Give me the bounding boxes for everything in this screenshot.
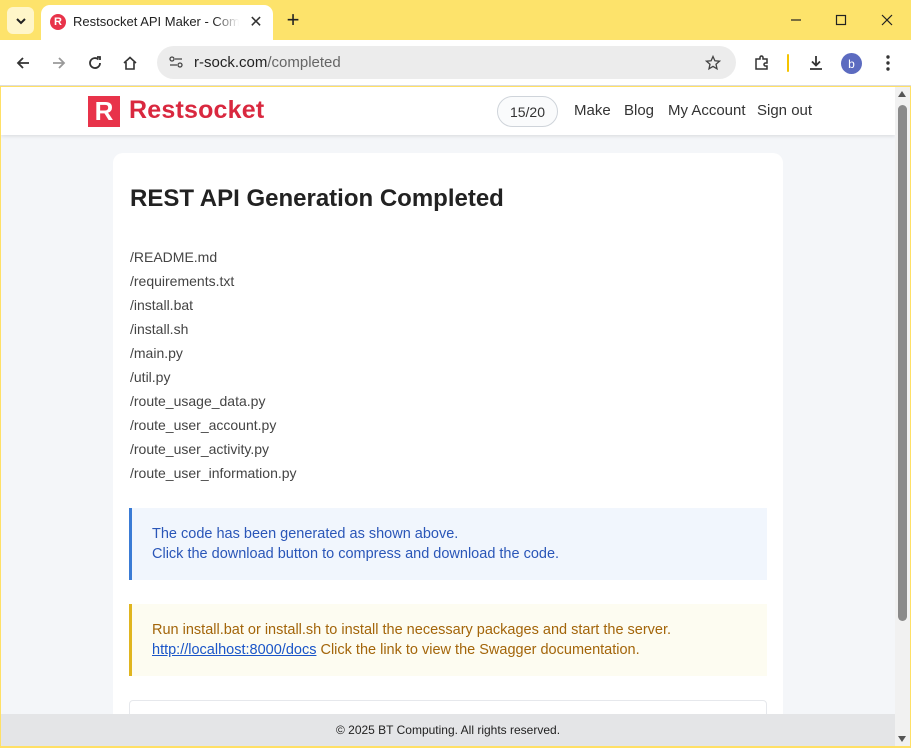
scroll-up-arrow-icon[interactable] [898, 91, 906, 97]
info-alert: The code has been generated as shown abo… [129, 508, 767, 580]
back-button[interactable] [11, 51, 35, 75]
file-list-item: /util.py [130, 369, 171, 385]
scroll-thumb[interactable] [898, 105, 907, 621]
favicon-icon: R [50, 14, 66, 30]
file-list-item: /route_user_activity.py [130, 441, 270, 457]
nav-my-account-link[interactable]: My Account [668, 102, 746, 119]
downloads-icon[interactable] [804, 51, 828, 75]
minimize-button[interactable] [784, 8, 808, 32]
browser-tab[interactable]: R Restsocket API Maker - Completed ✕ [41, 5, 273, 40]
file-list-item: /install.bat [130, 297, 194, 313]
new-tab-button[interactable]: + [282, 7, 304, 32]
tab-search-button[interactable] [7, 7, 34, 34]
url-text: r-sock.com/completed [194, 54, 341, 71]
home-button[interactable] [118, 51, 142, 75]
file-list-item: /README.md [130, 249, 218, 265]
page-title: REST API Generation Completed [130, 185, 504, 212]
home-icon [123, 56, 137, 70]
close-icon [881, 14, 893, 26]
nav-blog-link[interactable]: Blog [624, 102, 654, 119]
logo-text[interactable]: Restsocket [129, 96, 264, 125]
nav-make-link[interactable]: Make [574, 102, 611, 119]
generated-file-list: /README.md /requirements.txt /install.ba… [130, 249, 297, 489]
arrow-left-icon [16, 57, 29, 69]
page-viewport: R Restsocket 15/20 Make Blog My Account … [1, 87, 895, 746]
maximize-icon [835, 14, 847, 26]
page-footer: © 2025 BT Computing. All rights reserved… [1, 714, 895, 746]
file-list-item: /route_usage_data.py [130, 393, 266, 409]
scroll-down-arrow-icon[interactable] [898, 736, 906, 742]
reload-icon [89, 56, 101, 69]
browser-titlebar: R Restsocket API Maker - Completed ✕ + [0, 0, 911, 40]
warning-alert: Run install.bat or install.sh to install… [129, 604, 767, 676]
info-alert-line: Click the download button to compress an… [152, 546, 560, 562]
extensions-icon[interactable] [750, 51, 774, 75]
file-list-item: /main.py [130, 345, 183, 361]
warning-alert-line: http://localhost:8000/docs Click the lin… [152, 640, 747, 660]
tab-title: Restsocket API Maker - Completed [73, 14, 239, 29]
swagger-docs-text: Click the link to view the Swagger docum… [316, 642, 640, 658]
site-header: R Restsocket 15/20 Make Blog My Account … [1, 87, 895, 135]
warning-alert-line: Run install.bat or install.sh to install… [152, 622, 672, 638]
minimize-icon [791, 19, 801, 21]
file-list-item: /route_user_account.py [130, 417, 277, 433]
nav-sign-out-link[interactable]: Sign out [757, 102, 812, 119]
close-window-button[interactable] [875, 8, 899, 32]
chevron-down-icon [15, 17, 26, 24]
bookmark-star-icon[interactable] [702, 52, 724, 74]
page-scrollbar[interactable] [895, 87, 910, 746]
file-list-item: /requirements.txt [130, 273, 235, 289]
info-alert-line: The code has been generated as shown abo… [152, 526, 459, 542]
reload-button[interactable] [83, 51, 107, 75]
site-info-icon[interactable] [165, 51, 187, 73]
logo-icon[interactable]: R [88, 96, 120, 127]
toolbar-divider [787, 54, 789, 72]
file-list-item: /route_user_information.py [130, 465, 297, 481]
arrow-right-icon [53, 57, 66, 69]
maximize-button[interactable] [829, 8, 853, 32]
menu-kebab-icon[interactable] [876, 51, 900, 75]
close-tab-icon[interactable]: ✕ [247, 13, 265, 31]
profile-avatar[interactable]: b [841, 53, 862, 74]
address-bar[interactable]: r-sock.com/completed [157, 46, 736, 79]
browser-toolbar: r-sock.com/completed b [0, 40, 911, 86]
swagger-docs-link[interactable]: http://localhost:8000/docs [152, 642, 316, 658]
credits-badge: 15/20 [497, 96, 558, 127]
file-list-item: /install.sh [130, 321, 189, 337]
forward-button[interactable] [47, 51, 71, 75]
